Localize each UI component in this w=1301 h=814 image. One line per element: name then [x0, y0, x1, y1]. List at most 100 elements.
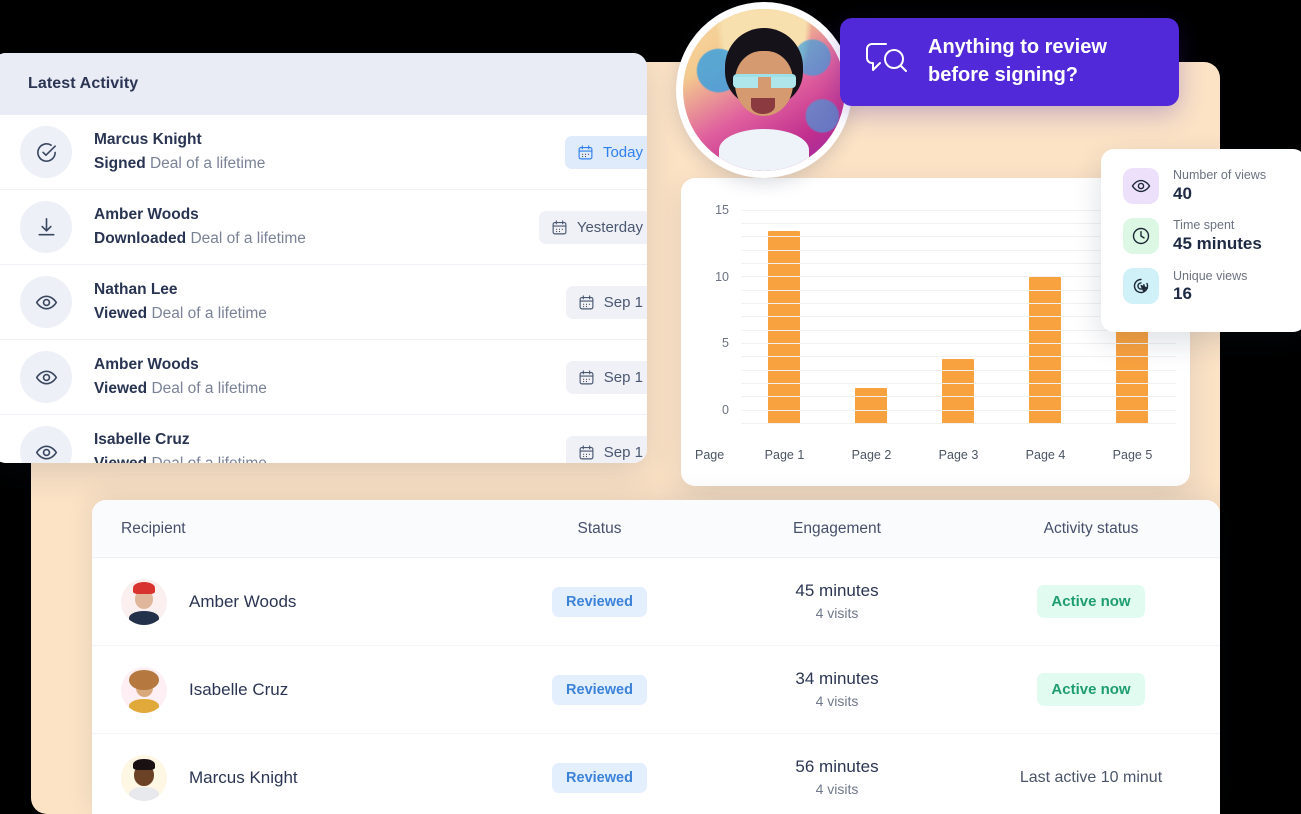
activity-row-action: Viewed	[94, 455, 147, 463]
table-row[interactable]: Marcus KnightReviewed56 minutes4 visitsL…	[92, 734, 1220, 814]
chart-gridline	[741, 396, 1176, 397]
chart-xtick-label: Page 1	[748, 448, 820, 462]
activity-status-badge: Active now	[1037, 673, 1144, 706]
chat-bubble-line1: Anything to review	[928, 34, 1107, 62]
avatar-shirt	[719, 129, 810, 171]
avatar	[121, 755, 167, 801]
activity-row-date-label: Sep 1	[604, 444, 643, 461]
chart-bar[interactable]	[1116, 320, 1148, 424]
column-header-status: Status	[487, 520, 712, 538]
stat-row: Time spent45 minutes	[1123, 217, 1301, 254]
chart-gridline	[741, 410, 1176, 411]
stat-row: Unique views16	[1123, 268, 1301, 305]
stat-value: 16	[1173, 284, 1247, 304]
chart-ytick-label: 0	[722, 403, 729, 417]
status-badge: Reviewed	[552, 587, 647, 617]
engagement-cell: 34 minutes4 visits	[712, 667, 962, 711]
chart-xtick-label: Page 2	[835, 448, 907, 462]
recipient-cell: Marcus Knight	[92, 755, 487, 801]
activity-row-text: Nathan LeeViewed Deal of a lifetime	[94, 278, 647, 325]
chart-gridline	[741, 423, 1176, 424]
eye-icon	[1123, 168, 1159, 204]
activity-row-date-label: Yesterday	[577, 219, 643, 236]
activity-row[interactable]: Isabelle CruzViewed Deal of a lifetimeSe…	[0, 415, 647, 463]
status-cell: Reviewed	[487, 675, 712, 705]
eye-icon	[20, 351, 72, 403]
chart-xtick-label: Page 5	[1096, 448, 1168, 462]
chart-gridline	[741, 383, 1176, 384]
chart-xaxis-label: Page	[695, 448, 724, 462]
activity-status-cell: Active now	[962, 585, 1220, 618]
avatar	[121, 579, 167, 625]
activity-row[interactable]: Amber WoodsViewed Deal of a lifetimeSep …	[0, 340, 647, 415]
table-header-row: Recipient Status Engagement Activity sta…	[92, 500, 1220, 558]
stat-value: 45 minutes	[1173, 234, 1262, 254]
chat-bubble-line2: before signing?	[928, 62, 1107, 90]
activity-status-badge: Active now	[1037, 585, 1144, 618]
activity-row-date-label: Sep 1	[604, 369, 643, 386]
activity-row-document: Deal of a lifetime	[151, 455, 266, 463]
activity-row-description: Viewed Deal of a lifetime	[94, 302, 647, 325]
avatar-glasses	[733, 74, 796, 89]
stat-text: Number of views40	[1173, 167, 1266, 204]
calendar-icon	[577, 144, 594, 161]
activity-row-name: Isabelle Cruz	[94, 428, 647, 452]
activity-row-action: Downloaded	[94, 230, 186, 247]
activity-row[interactable]: Marcus KnightSigned Deal of a lifetimeTo…	[0, 115, 647, 190]
activity-status-text: Last active 10 minut	[1020, 769, 1162, 787]
chat-bubble[interactable]: Anything to review before signing?	[840, 18, 1179, 106]
chart-xaxis-ticks: Page 1Page 2Page 3Page 4Page 5	[741, 448, 1176, 462]
stat-label: Unique views	[1173, 268, 1247, 285]
chart-bar[interactable]	[942, 359, 974, 424]
recipient-name: Isabelle Cruz	[189, 680, 288, 700]
chart-gridline	[741, 356, 1176, 357]
activity-row-text: Isabelle CruzViewed Deal of a lifetime	[94, 428, 647, 463]
stat-label: Time spent	[1173, 217, 1262, 234]
chart-bar[interactable]	[1029, 277, 1061, 424]
engagement-visits: 4 visits	[712, 780, 962, 800]
activity-row[interactable]: Nathan LeeViewed Deal of a lifetimeSep 1	[0, 265, 647, 340]
activity-status-cell: Active now	[962, 673, 1220, 706]
chart-bar[interactable]	[855, 388, 887, 424]
activity-status-cell: Last active 10 minut	[962, 769, 1220, 787]
status-cell: Reviewed	[487, 587, 712, 617]
chat-bubble-text: Anything to review before signing?	[928, 34, 1107, 89]
engagement-visits: 4 visits	[712, 604, 962, 624]
activity-row-action: Viewed	[94, 380, 147, 397]
recipient-name: Marcus Knight	[189, 768, 298, 788]
activity-list: Marcus KnightSigned Deal of a lifetimeTo…	[0, 115, 647, 463]
engagement-cell: 45 minutes4 visits	[712, 579, 962, 623]
chart-xtick-label: Page 4	[1009, 448, 1081, 462]
page-title: Latest Activity	[28, 75, 138, 93]
engagement-time: 45 minutes	[712, 579, 962, 604]
table-body: Amber WoodsReviewed45 minutes4 visitsAct…	[92, 558, 1220, 814]
latest-activity-card: Latest Activity Marcus KnightSigned Deal…	[0, 53, 647, 463]
engagement-cell: 56 minutes4 visits	[712, 755, 962, 799]
screenshot-stage: Latest Activity Marcus KnightSigned Deal…	[0, 0, 1301, 814]
eye-icon	[20, 276, 72, 328]
status-badge: Reviewed	[552, 675, 647, 705]
table-row[interactable]: Amber Woods Reviewed 45 minutes4 visits Act…	[92, 558, 1220, 646]
clock-icon	[1123, 218, 1159, 254]
chart-bar[interactable]	[768, 231, 800, 424]
document-stats-card: Number of views40 Time spent45 minutes Uni…	[1101, 149, 1301, 332]
stat-text: Time spent45 minutes	[1173, 217, 1262, 254]
column-header-engagement: Engagement	[712, 520, 962, 538]
activity-row-date-label: Today	[603, 144, 643, 161]
activity-row-name: Nathan Lee	[94, 278, 647, 302]
calendar-icon	[578, 294, 595, 311]
activity-row-date-badge: Yesterday	[539, 211, 647, 244]
recipient-name: Amber Woods	[189, 592, 296, 612]
activity-row-description: Viewed Deal of a lifetime	[94, 377, 647, 400]
activity-row-description: Viewed Deal of a lifetime	[94, 452, 647, 463]
calendar-icon	[551, 219, 568, 236]
activity-row-date-badge: Sep 1	[566, 286, 647, 319]
chat-search-icon	[864, 40, 912, 85]
activity-row-document: Deal of a lifetime	[150, 155, 265, 172]
recipient-cell: Amber Woods	[92, 579, 487, 625]
click-icon	[1123, 268, 1159, 304]
table-row[interactable]: Isabelle Cruz Reviewed 34 minutes4 visits A…	[92, 646, 1220, 734]
activity-row-date-badge: Sep 1	[566, 436, 647, 464]
activity-row-document: Deal of a lifetime	[190, 230, 305, 247]
activity-row[interactable]: Amber WoodsDownloaded Deal of a lifetime…	[0, 190, 647, 265]
